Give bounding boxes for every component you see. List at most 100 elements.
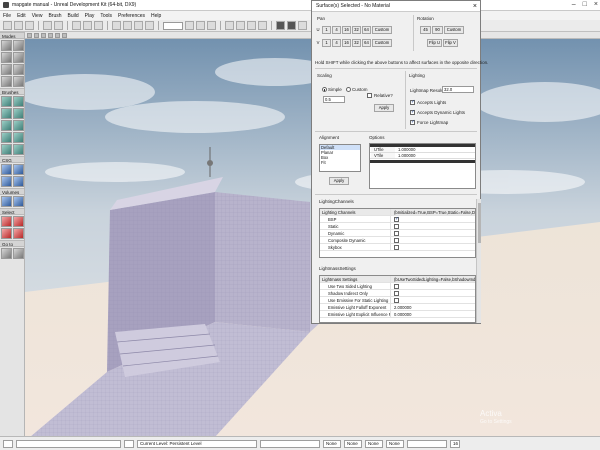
light-actor-icon[interactable]	[207, 160, 213, 166]
pan-u-custom-button[interactable]: Custom	[372, 26, 392, 34]
build-all-icon[interactable]	[258, 21, 267, 30]
menu-build[interactable]: Build	[68, 13, 79, 19]
force-lightmap-checkbox[interactable]: Force Lightmap	[410, 119, 448, 126]
add-volume-icon[interactable]	[1, 196, 12, 207]
rotation-grid-icon[interactable]	[196, 21, 205, 30]
pan-v-custom-button[interactable]: Custom	[372, 39, 392, 47]
pan-u-32-button[interactable]: 32	[352, 26, 361, 34]
two-sided-lighting-checkbox[interactable]	[394, 284, 399, 289]
custom-radio[interactable]: Custom	[346, 87, 368, 93]
texture-align-icon[interactable]	[13, 52, 24, 63]
show-selected-icon[interactable]	[1, 216, 12, 227]
build-lighting-icon[interactable]	[236, 21, 245, 30]
lightmass-settings-grid[interactable]: Lightmass Settings (bUseTwoSidedLighting…	[319, 275, 476, 323]
pan-v-1-button[interactable]: 1	[322, 39, 331, 47]
pan-v-32-button[interactable]: 32	[352, 39, 361, 47]
composite-dynamic-channel-checkbox[interactable]	[394, 238, 399, 243]
accepts-dynamic-lights-check-icon[interactable]	[410, 109, 415, 116]
skybox-channel-checkbox[interactable]	[394, 245, 399, 250]
hide-selected-icon[interactable]	[13, 216, 24, 227]
volumetric-brush-icon[interactable]	[13, 132, 24, 143]
option-value[interactable]: 1.000000	[395, 147, 475, 152]
simple-radio[interactable]: Simple	[322, 87, 342, 93]
emissive-falloff-value[interactable]: 2.000000	[390, 304, 475, 310]
tree-mode-icon[interactable]	[13, 76, 24, 87]
curved-stair-icon[interactable]	[13, 108, 24, 119]
level-icon[interactable]	[124, 439, 134, 448]
command-input[interactable]	[16, 439, 121, 448]
lightmass-row[interactable]: Emissive Light Falloff Exponent 2.000000	[320, 304, 475, 311]
wireframe-mode-icon[interactable]	[41, 32, 46, 38]
menu-edit[interactable]: Edit	[17, 13, 26, 19]
channel-row[interactable]: Composite Dynamic	[320, 237, 475, 244]
cook-icon[interactable]	[298, 21, 307, 30]
menu-help[interactable]: Help	[151, 13, 161, 19]
channel-row[interactable]: Static	[320, 223, 475, 230]
lighting-channels-grid[interactable]: Lighting Channels (bInitialized=True,BSP…	[319, 208, 476, 258]
go-to-actor-icon[interactable]	[1, 248, 12, 259]
paste-icon[interactable]	[94, 21, 103, 30]
pan-u-16-button[interactable]: 16	[342, 26, 351, 34]
accepts-lights-checkbox[interactable]: Accepts Lights	[410, 99, 446, 106]
lighting-channels-row[interactable]: Lighting Channels (bInitialized=True,BSP…	[320, 209, 475, 216]
static-channel-checkbox[interactable]	[394, 224, 399, 229]
lightmass-row[interactable]: Use Two Sided Lighting	[320, 283, 475, 290]
maximize-icon[interactable]: □	[583, 1, 587, 8]
pan-v-64-button[interactable]: 64	[362, 39, 371, 47]
browser-icon[interactable]	[123, 21, 132, 30]
emissive-radius-value[interactable]: 0.000000	[390, 311, 475, 317]
snap-value[interactable]: 16	[450, 439, 460, 448]
bsp-channel-checkbox[interactable]	[394, 216, 399, 222]
kismet-icon[interactable]	[134, 21, 143, 30]
shadow-indirect-only-checkbox[interactable]	[394, 291, 399, 296]
rotate-custom-button[interactable]: Custom	[444, 26, 464, 34]
matinee-icon[interactable]	[145, 21, 154, 30]
relative-check-icon[interactable]	[367, 93, 372, 99]
csg-add-icon[interactable]	[1, 164, 12, 175]
copy-icon[interactable]	[83, 21, 92, 30]
tetrahedron-brush-icon[interactable]	[13, 144, 24, 155]
invert-selection-icon[interactable]	[1, 228, 12, 239]
undo-icon[interactable]	[43, 21, 52, 30]
search-icon[interactable]	[112, 21, 121, 30]
realtime-icon[interactable]	[55, 32, 60, 38]
terrain-mode-icon[interactable]	[1, 52, 12, 63]
relative-checkbox[interactable]: Relative?	[367, 93, 393, 99]
rotate-45-button[interactable]: 45	[420, 26, 431, 34]
custom-radio-dot[interactable]	[346, 87, 351, 93]
linear-stair-icon[interactable]	[1, 120, 12, 131]
scaling-apply-button[interactable]: Apply	[374, 104, 394, 112]
cube-brush-icon[interactable]	[1, 96, 12, 107]
options-grid[interactable]: UTile 1.000000 VTile 1.000000	[369, 143, 476, 189]
redo-icon[interactable]	[54, 21, 63, 30]
go-to-builder-brush-icon[interactable]	[13, 248, 24, 259]
menu-view[interactable]: View	[32, 13, 43, 19]
new-icon[interactable]	[3, 21, 12, 30]
cut-icon[interactable]	[72, 21, 81, 30]
viewport-menu-icon[interactable]	[27, 32, 32, 38]
open-icon[interactable]	[14, 21, 23, 30]
flip-v-button[interactable]: Flip V	[443, 39, 458, 47]
alignment-list[interactable]: Default Planar Box Fit	[319, 144, 361, 172]
lightmass-row[interactable]: Use Emissive For Static Lighting	[320, 297, 475, 304]
menu-tools[interactable]: Tools	[100, 13, 112, 19]
geometry-mode-icon[interactable]	[13, 40, 24, 51]
pan-u-4-button[interactable]: 4	[332, 26, 341, 34]
pan-u-64-button[interactable]: 64	[362, 26, 371, 34]
mesh-paint-icon[interactable]	[1, 64, 12, 75]
accepts-lights-check-icon[interactable]	[410, 99, 415, 106]
drag-grid-icon[interactable]	[185, 21, 194, 30]
play-on-pc-icon[interactable]	[287, 21, 296, 30]
alignment-item-fit[interactable]: Fit	[320, 160, 360, 165]
pan-v-16-button[interactable]: 16	[342, 39, 351, 47]
simple-radio-dot[interactable]	[322, 87, 327, 93]
lightmass-row[interactable]: Emissive Light Explicit Influence Radius…	[320, 311, 475, 318]
close-icon[interactable]: ×	[473, 2, 477, 11]
spiral-stair-icon[interactable]	[13, 120, 24, 131]
dynamic-channel-checkbox[interactable]	[394, 231, 399, 236]
build-paths-icon[interactable]	[247, 21, 256, 30]
cylinder-brush-icon[interactable]	[1, 108, 12, 119]
build-geometry-icon[interactable]	[225, 21, 234, 30]
landscape-icon[interactable]	[1, 76, 12, 87]
use-emissive-checkbox[interactable]	[394, 298, 399, 303]
